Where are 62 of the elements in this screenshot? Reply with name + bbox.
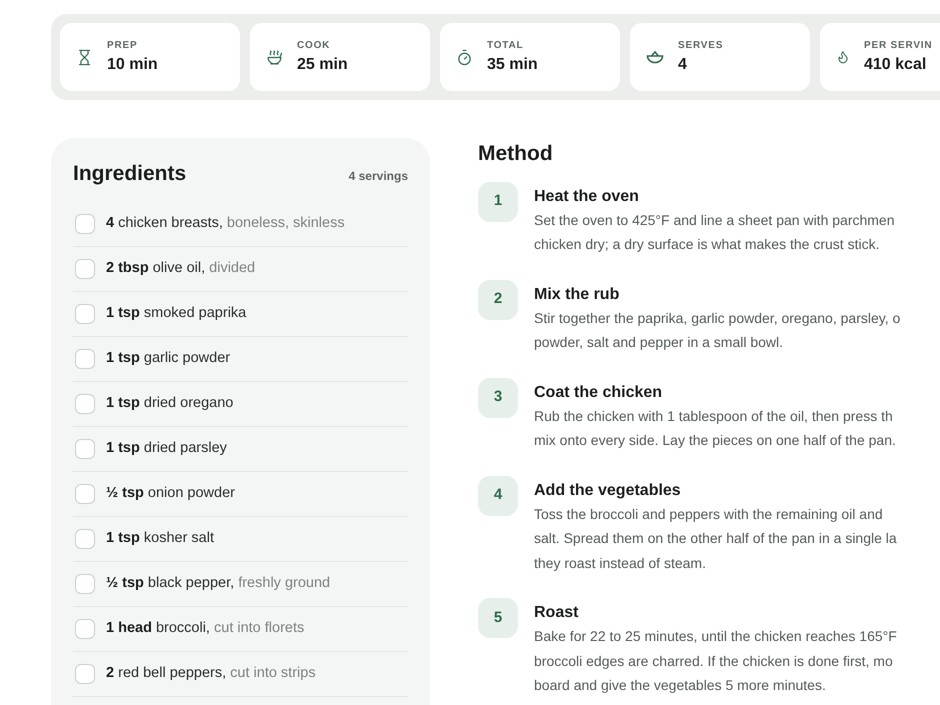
ingredient-text: ½ tsp black pepper, freshly ground: [106, 574, 330, 593]
ingredient-text: 1 tsp kosher salt: [106, 528, 214, 548]
stat-value: 4: [678, 54, 688, 74]
step-text: powder, salt and pepper in a small bowl.: [534, 333, 784, 352]
stat-label: COOK: [297, 38, 332, 52]
ingredient-text: ½ tsp onion powder: [106, 484, 235, 503]
method-title: Method: [478, 141, 554, 167]
checkbox[interactable]: [75, 574, 95, 594]
checkbox[interactable]: [75, 214, 95, 234]
ingredient-text: 1 tsp dried parsley: [106, 438, 227, 458]
step-text: Stir together the paprika, garlic powder, oregano, parsley, o: [534, 308, 900, 328]
ingredient-text: 2 red bell peppers, cut into strips: [106, 664, 316, 683]
checkbox[interactable]: [75, 664, 95, 684]
stat-label: SERVES: [678, 38, 724, 52]
step-text: mix onto every side. Lay the pieces on one half of the pan.: [534, 431, 896, 450]
step-text: chicken dry; a dry surface is what makes the crust stick.: [534, 235, 880, 254]
stat-value: 25 min: [297, 54, 348, 74]
timer-icon: [456, 48, 473, 66]
hourglass-icon: [76, 48, 93, 66]
step-title: Heat the oven: [534, 186, 640, 206]
checkbox[interactable]: [75, 258, 95, 278]
servings-count: 4 servings: [348, 168, 408, 185]
checkbox[interactable]: [75, 394, 95, 414]
checkbox[interactable]: [75, 304, 95, 324]
stat-label: PER SERVIN: [864, 38, 932, 52]
step-text: salt. Spread them on the other half of the pan in a single la: [534, 529, 897, 548]
ingredient-text: 1 head broccoli, cut into florets: [106, 618, 304, 638]
step-number: 3: [478, 378, 518, 418]
step-title: Add the vegetables: [534, 480, 682, 500]
step-text: Toss the broccoli and peppers with the remaining oil and: [534, 504, 884, 524]
step-text: board and give the vegetables 5 more minutes.: [534, 676, 827, 695]
step-text: Bake for 22 to 25 minutes, until the chicken reaches 165°F: [534, 627, 897, 646]
step-number: 1: [478, 182, 518, 222]
step-title: Mix the rub: [534, 284, 620, 304]
ingredients-title: Ingredients: [73, 161, 186, 187]
step-number: 2: [478, 280, 518, 320]
steaming-bowl-icon: [266, 48, 283, 66]
stat-value: 410 kcal: [864, 54, 928, 74]
step-text: Rub the chicken with 1 tablespoon of the oil, then press th: [534, 406, 894, 426]
ingredient-text: 2 tbsp olive oil, divided: [106, 258, 256, 278]
checkbox[interactable]: [75, 348, 95, 368]
step-text: Set the oven to 425°F and line a sheet pan with parchmen: [534, 210, 894, 230]
step-text: they roast instead of steam.: [534, 554, 707, 573]
step-title: Roast: [534, 603, 580, 623]
stat-label: PREP: [107, 38, 138, 52]
stat-value: 10 min: [107, 54, 158, 74]
checkbox[interactable]: [75, 438, 95, 458]
checkbox[interactable]: [75, 618, 95, 638]
step-title: Coat the chicken: [534, 382, 664, 402]
bowl-icon: [646, 50, 664, 64]
checkbox[interactable]: [75, 484, 95, 504]
flame-icon: [836, 50, 850, 64]
checkbox[interactable]: [75, 528, 95, 548]
stat-label: TOTAL: [487, 38, 524, 52]
ingredient-text: 1 tsp dried oregano: [106, 394, 234, 413]
step-number: 5: [478, 598, 518, 638]
ingredient-text: 1 tsp smoked paprika: [106, 304, 246, 323]
stat-value: 35 min: [487, 54, 538, 74]
step-text: broccoli edges are charred. If the chicken is done first, mo: [534, 652, 894, 671]
step-number: 4: [478, 476, 518, 516]
ingredient-text: 1 tsp garlic powder: [106, 348, 230, 368]
ingredient-text: 4 chicken breasts, boneless, skinless: [106, 214, 345, 233]
